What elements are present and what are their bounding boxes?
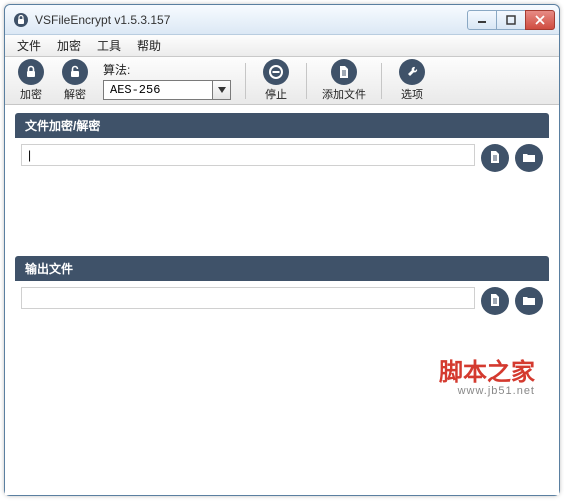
file-browse-button[interactable] xyxy=(515,144,543,172)
options-button[interactable]: 选项 xyxy=(392,59,432,102)
output-path-input[interactable] xyxy=(21,287,475,309)
menubar: 文件 加密 工具 帮助 xyxy=(5,35,559,57)
output-panel-header: 输出文件 xyxy=(15,256,549,281)
toolbar-separator xyxy=(245,63,246,99)
watermark-url: www.jb51.net xyxy=(15,385,549,397)
menu-encrypt[interactable]: 加密 xyxy=(49,35,89,56)
decrypt-button[interactable]: 解密 xyxy=(55,59,95,102)
menu-file[interactable]: 文件 xyxy=(9,35,49,56)
encrypt-button[interactable]: 加密 xyxy=(11,59,51,102)
chevron-down-icon[interactable] xyxy=(212,81,230,99)
file-panel-header: 文件加密/解密 xyxy=(15,113,549,138)
watermark-text: 脚本之家 xyxy=(15,361,549,385)
decrypt-label: 解密 xyxy=(64,86,86,102)
app-window: VSFileEncrypt v1.5.3.157 文件 加密 工具 帮助 xyxy=(4,4,560,496)
menu-help[interactable]: 帮助 xyxy=(129,35,169,56)
menu-tools[interactable]: 工具 xyxy=(89,35,129,56)
algorithm-label: 算法: xyxy=(103,61,231,78)
toolbar-separator xyxy=(306,63,307,99)
file-panel-body xyxy=(15,138,549,248)
options-label: 选项 xyxy=(401,86,423,102)
output-panel: 输出文件 xyxy=(15,256,549,353)
algorithm-select[interactable]: AES-256 xyxy=(103,80,231,100)
stop-label: 停止 xyxy=(265,86,287,102)
output-browse-button[interactable] xyxy=(515,287,543,315)
content-area: 文件加密/解密 xyxy=(5,105,559,495)
window-title: VSFileEncrypt v1.5.3.157 xyxy=(35,13,468,27)
titlebar[interactable]: VSFileEncrypt v1.5.3.157 xyxy=(5,5,559,35)
output-panel-body xyxy=(15,281,549,353)
app-icon xyxy=(13,12,29,28)
file-panel: 文件加密/解密 xyxy=(15,113,549,248)
folder-icon xyxy=(522,150,536,167)
lock-open-icon xyxy=(62,59,88,85)
file-path-input[interactable] xyxy=(21,144,475,166)
stop-button[interactable]: 停止 xyxy=(256,59,296,102)
toolbar-separator xyxy=(381,63,382,99)
file-icon xyxy=(331,59,357,85)
close-button[interactable] xyxy=(525,10,555,30)
toolbar: 加密 解密 算法: AES-256 xyxy=(5,57,559,105)
output-doc-button[interactable] xyxy=(481,287,509,315)
add-file-label: 添加文件 xyxy=(322,86,366,102)
file-icon xyxy=(488,150,502,167)
stop-icon xyxy=(263,59,289,85)
lock-closed-icon xyxy=(18,59,44,85)
file-doc-button[interactable] xyxy=(481,144,509,172)
algorithm-group: 算法: AES-256 xyxy=(103,61,231,100)
algorithm-value: AES-256 xyxy=(104,83,212,97)
window-controls xyxy=(468,10,555,30)
file-icon xyxy=(488,293,502,310)
folder-icon xyxy=(522,293,536,310)
minimize-button[interactable] xyxy=(467,10,497,30)
wrench-icon xyxy=(399,59,425,85)
maximize-button[interactable] xyxy=(496,10,526,30)
add-file-button[interactable]: 添加文件 xyxy=(317,59,371,102)
encrypt-label: 加密 xyxy=(20,86,42,102)
